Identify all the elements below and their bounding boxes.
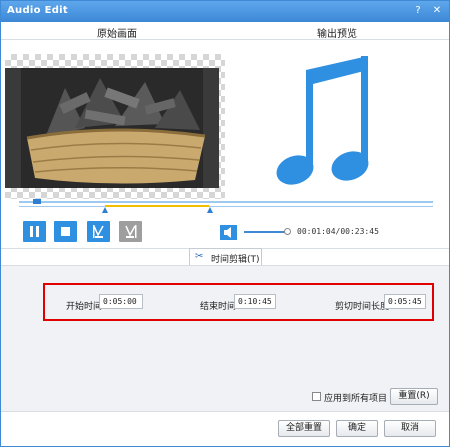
trim-end-icon xyxy=(125,225,137,238)
window-title: Audio Edit xyxy=(7,5,68,16)
apply-all-label: 应用到所有项目 xyxy=(324,394,388,404)
start-time-label: 开始时间 xyxy=(66,302,103,312)
original-pane-title: 原始画面 xyxy=(97,29,137,40)
time-display: 00:01:04/00:23:45 xyxy=(297,227,379,236)
tab-time-trim[interactable]: ✂ 时间剪辑(T) xyxy=(189,248,262,265)
scissors-icon: ✂ xyxy=(195,251,204,262)
output-preview-pane xyxy=(227,40,449,200)
reset-all-button[interactable]: 全部重置 xyxy=(278,420,330,437)
start-time-input[interactable]: 0:05:00 xyxy=(99,294,143,309)
end-time-input[interactable]: 0:10:45 xyxy=(234,294,276,309)
apply-all-checkbox[interactable] xyxy=(312,392,321,401)
volume-icon xyxy=(224,227,231,238)
seek-thumb[interactable] xyxy=(33,199,41,204)
trim-range-selection[interactable] xyxy=(105,205,209,207)
audio-edit-window: Audio Edit ? ✕ 原始画面 输出预览 00:01:04/00:23:… xyxy=(0,0,450,447)
title-bar: Audio Edit ? ✕ xyxy=(1,1,449,22)
video-frame xyxy=(5,68,219,188)
preview-pane-title: 输出预览 xyxy=(317,29,357,40)
stop-button[interactable] xyxy=(54,221,77,242)
cancel-button[interactable]: 取消 xyxy=(384,420,436,437)
stop-icon xyxy=(61,227,70,236)
volume-thumb[interactable] xyxy=(284,228,291,235)
trim-start-button[interactable] xyxy=(87,221,110,242)
duration-label: 剪切时间长度 xyxy=(335,302,390,312)
reset-button[interactable]: 重置(R) xyxy=(390,388,438,405)
volume-button[interactable] xyxy=(220,225,237,240)
pause-icon xyxy=(30,226,39,237)
pause-button[interactable] xyxy=(23,221,46,242)
trim-start-icon xyxy=(93,225,104,238)
original-video-pane xyxy=(5,54,225,199)
trim-start-marker[interactable] xyxy=(102,207,108,213)
trim-track xyxy=(19,206,433,207)
end-time-label: 结束时间 xyxy=(200,302,237,312)
close-icon[interactable]: ✕ xyxy=(429,4,445,18)
tab-time-trim-label: 时间剪辑(T) xyxy=(211,255,260,265)
help-icon[interactable]: ? xyxy=(410,4,426,18)
volume-slider[interactable] xyxy=(244,231,288,233)
duration-input[interactable]: 0:05:45 xyxy=(384,294,426,309)
trim-end-marker[interactable] xyxy=(207,207,213,213)
music-note-icon xyxy=(276,56,369,185)
seek-track[interactable] xyxy=(19,201,433,203)
footer-divider xyxy=(1,411,449,412)
trim-end-button[interactable] xyxy=(119,221,142,242)
video-thumbnail xyxy=(5,68,219,188)
ok-button[interactable]: 确定 xyxy=(336,420,378,437)
